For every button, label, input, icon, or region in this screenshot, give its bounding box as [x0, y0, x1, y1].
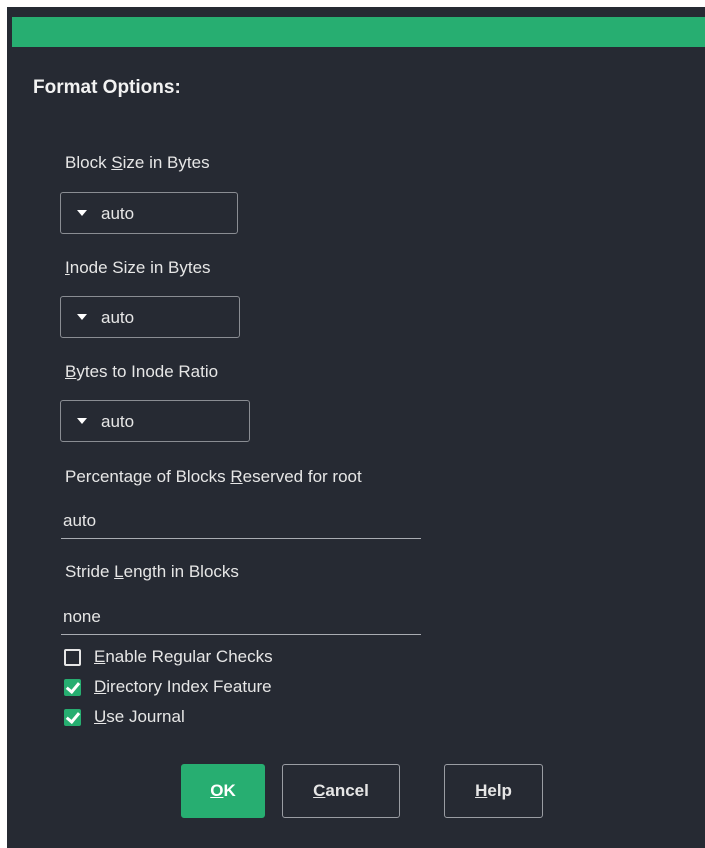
block-size-dropdown[interactable]: auto — [60, 192, 238, 234]
checkmark-icon[interactable] — [64, 679, 81, 696]
format-options-dialog: Format Options: Block Size in Bytes auto… — [7, 7, 705, 848]
section-title: Format Options: — [33, 77, 181, 98]
reserved-blocks-value: auto — [63, 511, 97, 530]
reserved-blocks-label: Percentage of Blocks Reserved for root — [65, 467, 362, 486]
stride-length-label: Stride Length in Blocks — [65, 562, 239, 581]
reserved-blocks-input[interactable]: auto — [61, 505, 421, 539]
title-bar — [12, 17, 705, 47]
stride-length-input[interactable]: none — [61, 601, 421, 635]
caret-down-icon — [77, 418, 87, 424]
inode-size-value: auto — [101, 308, 135, 327]
block-size-value: auto — [101, 204, 135, 223]
inode-size-label: Inode Size in Bytes — [65, 258, 211, 277]
inode-ratio-value: auto — [101, 412, 135, 431]
inode-ratio-label: Bytes to Inode Ratio — [65, 362, 219, 381]
checkbox-unchecked-icon[interactable] — [64, 649, 81, 666]
help-button[interactable]: Help — [444, 764, 543, 818]
inode-size-dropdown[interactable]: auto — [60, 296, 240, 338]
inode-ratio-dropdown[interactable]: auto — [60, 400, 250, 442]
caret-down-icon — [77, 210, 87, 216]
checkmark-icon[interactable] — [64, 709, 81, 726]
directory-index-label: Directory Index Feature — [94, 677, 272, 696]
use-journal-label: Use Journal — [94, 707, 185, 726]
block-size-label: Block Size in Bytes — [65, 153, 210, 172]
cancel-button[interactable]: Cancel — [282, 764, 400, 818]
caret-down-icon — [77, 314, 87, 320]
ok-button[interactable]: OK — [181, 764, 265, 818]
stride-length-value: none — [63, 607, 101, 626]
enable-regular-checks-label: Enable Regular Checks — [94, 647, 273, 666]
